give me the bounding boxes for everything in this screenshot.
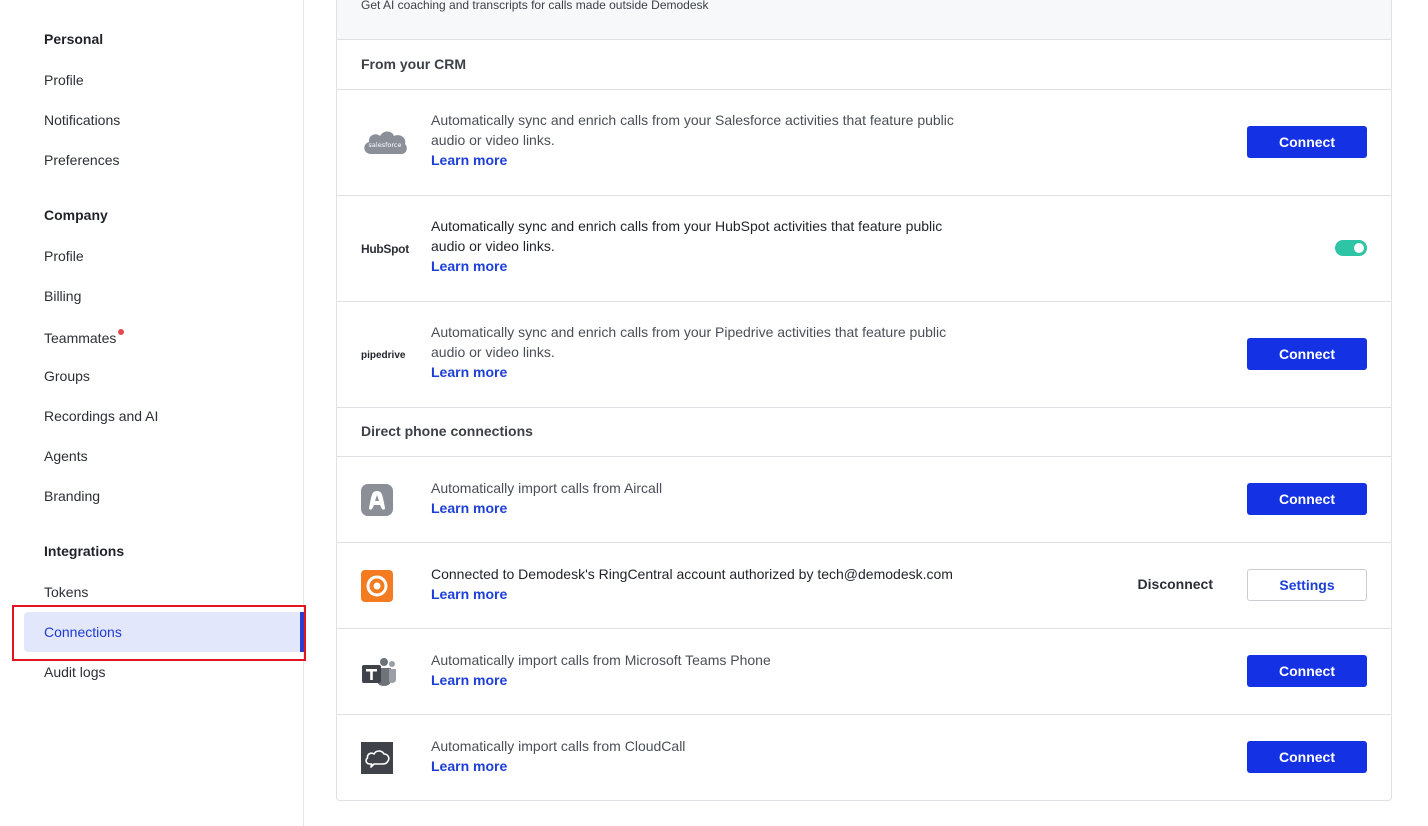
salesforce-logo-text: salesforce <box>369 141 402 149</box>
ringcentral-row: Connected to Demodesk's RingCentral acco… <box>337 543 1391 629</box>
banner-text: Get AI coaching and transcripts for call… <box>361 0 709 12</box>
sidebar-item-teammates[interactable]: Teammates <box>44 329 125 346</box>
salesforce-description: Automatically sync and enrich calls from… <box>431 110 1031 170</box>
pipedrive-learn-more-link[interactable]: Learn more <box>431 362 1031 382</box>
phone-section-title: Direct phone connections <box>361 423 533 439</box>
crm-section-header: From your CRM <box>337 40 1391 90</box>
teams-description: Automatically import calls from Microsof… <box>431 650 1031 690</box>
pipedrive-connect-button[interactable]: Connect <box>1247 338 1367 370</box>
sidebar-item-agents[interactable]: Agents <box>44 448 88 464</box>
hubspot-desc-line2: audio or video links. <box>431 238 555 254</box>
salesforce-row: salesforce Automatically sync and enrich… <box>337 90 1391 196</box>
phone-section-header: Direct phone connections <box>337 408 1391 457</box>
pipedrive-logo-text: pipedrive <box>361 349 406 361</box>
pipedrive-desc-line2: audio or video links. <box>431 344 555 360</box>
sidebar-item-preferences[interactable]: Preferences <box>44 152 119 168</box>
sidebar-item-company-profile[interactable]: Profile <box>44 248 84 264</box>
teams-connect-button[interactable]: Connect <box>1247 655 1367 687</box>
crm-section-title: From your CRM <box>361 56 466 72</box>
ringcentral-desc-text: Connected to Demodesk's RingCentral acco… <box>431 566 953 582</box>
hubspot-desc-line1: Automatically sync and enrich calls from… <box>431 218 943 234</box>
salesforce-learn-more-link[interactable]: Learn more <box>431 150 1031 170</box>
microsoft-teams-logo <box>361 656 409 688</box>
cloudcall-description: Automatically import calls from CloudCal… <box>431 736 1031 776</box>
teams-row: Automatically import calls from Microsof… <box>337 629 1391 715</box>
pipedrive-logo: pipedrive <box>361 339 409 371</box>
sidebar-section-company: Company <box>44 207 108 223</box>
aircall-row: Automatically import calls from Aircall … <box>337 457 1391 543</box>
pipedrive-row: pipedrive Automatically sync and enrich … <box>337 302 1391 408</box>
connections-panel: Get AI coaching and transcripts for call… <box>336 0 1392 801</box>
cloudcall-desc-text: Automatically import calls from CloudCal… <box>431 738 686 754</box>
highlight-outline <box>12 605 306 661</box>
sidebar-section-integrations: Integrations <box>44 543 125 559</box>
sidebar-item-personal-profile[interactable]: Profile <box>44 72 84 88</box>
pipedrive-description: Automatically sync and enrich calls from… <box>431 322 1031 382</box>
hubspot-learn-more-link[interactable]: Learn more <box>431 256 1031 276</box>
ringcentral-disconnect-button[interactable]: Disconnect <box>1138 576 1213 592</box>
teams-learn-more-link[interactable]: Learn more <box>431 670 1031 690</box>
sidebar-item-branding[interactable]: Branding <box>44 488 100 504</box>
hubspot-logo: HubSpot <box>361 233 409 265</box>
cloudcall-connect-button[interactable]: Connect <box>1247 741 1367 773</box>
cloudcall-row: Automatically import calls from CloudCal… <box>337 715 1391 801</box>
sidebar-item-recordings-and-ai[interactable]: Recordings and AI <box>44 408 158 424</box>
sidebar-item-audit-logs[interactable]: Audit logs <box>44 664 105 680</box>
aircall-learn-more-link[interactable]: Learn more <box>431 498 1031 518</box>
cloudcall-logo <box>361 742 409 774</box>
salesforce-logo: salesforce <box>361 127 409 159</box>
ringcentral-learn-more-link[interactable]: Learn more <box>431 584 1031 604</box>
hubspot-sync-toggle[interactable] <box>1335 240 1367 256</box>
pipedrive-desc-line1: Automatically sync and enrich calls from… <box>431 324 947 340</box>
hubspot-logo-text: HubSpot <box>361 242 409 256</box>
ringcentral-description: Connected to Demodesk's RingCentral acco… <box>431 564 1031 604</box>
teams-desc-text: Automatically import calls from Microsof… <box>431 652 771 668</box>
sidebar-item-groups[interactable]: Groups <box>44 368 90 384</box>
settings-sidebar: Personal Profile Notifications Preferenc… <box>0 0 304 826</box>
cloudcall-learn-more-link[interactable]: Learn more <box>431 756 1031 776</box>
ringcentral-settings-button[interactable]: Settings <box>1247 569 1367 601</box>
hubspot-row: HubSpot Automatically sync and enrich ca… <box>337 196 1391 302</box>
panel-banner: Get AI coaching and transcripts for call… <box>337 0 1391 40</box>
sidebar-item-teammates-label: Teammates <box>44 330 117 346</box>
aircall-desc-text: Automatically import calls from Aircall <box>431 480 663 496</box>
ringcentral-logo <box>361 570 409 602</box>
salesforce-desc-line2: audio or video links. <box>431 132 555 148</box>
aircall-connect-button[interactable]: Connect <box>1247 483 1367 515</box>
sidebar-item-notifications[interactable]: Notifications <box>44 112 120 128</box>
aircall-description: Automatically import calls from Aircall … <box>431 478 1031 518</box>
sidebar-item-tokens[interactable]: Tokens <box>44 584 88 600</box>
hubspot-description: Automatically sync and enrich calls from… <box>431 216 1031 276</box>
salesforce-connect-button[interactable]: Connect <box>1247 126 1367 158</box>
sidebar-item-billing[interactable]: Billing <box>44 288 81 304</box>
sidebar-section-personal: Personal <box>44 31 104 47</box>
aircall-logo <box>361 484 409 516</box>
salesforce-desc-line1: Automatically sync and enrich calls from… <box>431 112 954 128</box>
notification-dot <box>118 329 125 335</box>
